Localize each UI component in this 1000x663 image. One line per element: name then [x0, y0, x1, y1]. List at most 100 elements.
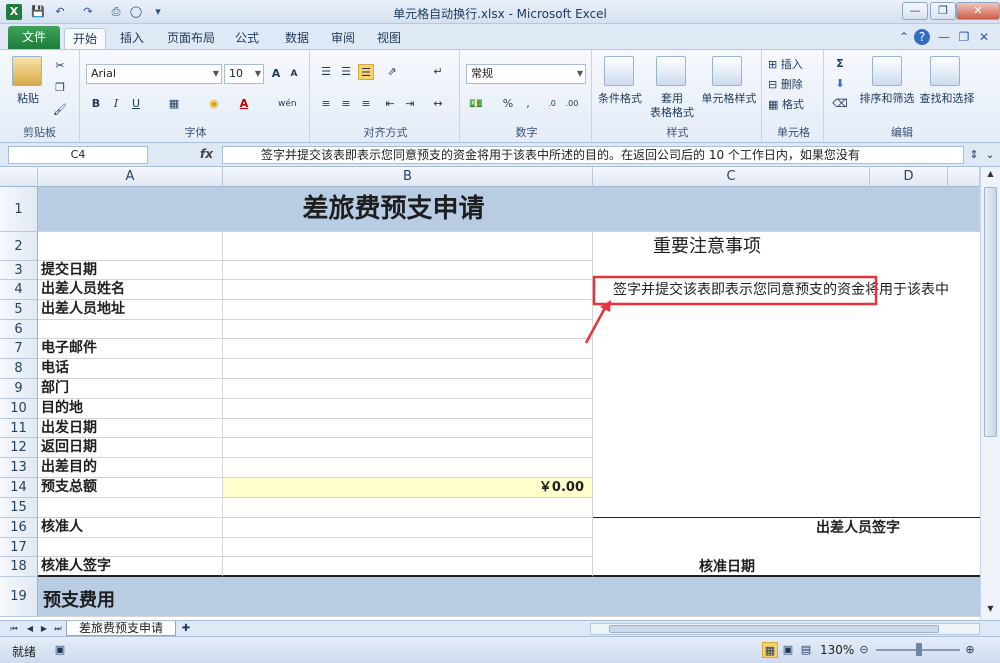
page-break-view-icon[interactable]: ▤	[798, 642, 814, 658]
row-header-4[interactable]: 4	[0, 280, 38, 300]
input-cell-b6[interactable]	[223, 320, 593, 339]
row-header-8[interactable]: 8	[0, 359, 38, 379]
column-header-b[interactable]: B	[223, 167, 593, 187]
autosum-icon[interactable]: Σ	[832, 56, 848, 72]
row-header-9[interactable]: 9	[0, 379, 38, 399]
vertical-scroll-thumb[interactable]	[984, 187, 997, 437]
minimize-ribbon-icon[interactable]: ⌃	[896, 29, 912, 45]
borders-icon[interactable]: ▦	[166, 96, 182, 112]
cell-b15[interactable]	[223, 498, 593, 518]
cell-b17[interactable]	[223, 538, 593, 557]
italic-icon[interactable]: I	[108, 96, 124, 112]
minimize-button[interactable]: —	[902, 2, 928, 20]
row-header-12[interactable]: 12	[0, 438, 38, 458]
cell-a15[interactable]	[38, 498, 223, 518]
align-center-icon[interactable]: ≡	[338, 96, 354, 112]
font-size-select[interactable]: 10 ▼	[224, 64, 264, 84]
label-cell-a18[interactable]: 核准人签字	[38, 557, 223, 577]
table-format-icon[interactable]	[656, 56, 686, 86]
format-cells-button[interactable]: ▦ 格式	[768, 96, 822, 112]
fill-icon[interactable]: ⬇	[832, 76, 848, 92]
tab-view[interactable]: 视图	[370, 28, 408, 50]
cell-c4[interactable]: 签字并提交该表即表示您同意预支的资金将用于该表中	[593, 280, 980, 300]
label-cell-a11[interactable]: 出发日期	[38, 419, 223, 438]
cut-icon[interactable]: ✂	[52, 58, 68, 74]
column-header-d[interactable]: D	[870, 167, 948, 187]
row-header-7[interactable]: 7	[0, 339, 38, 359]
phonetic-icon[interactable]: wén	[278, 96, 297, 112]
normal-view-icon[interactable]: ▦	[762, 642, 778, 658]
select-all-corner[interactable]	[0, 167, 38, 187]
formula-scroll-icon[interactable]: ⇕	[966, 147, 982, 163]
bold-icon[interactable]: B	[88, 96, 104, 112]
row-header-11[interactable]: 11	[0, 419, 38, 438]
new-sheet-icon[interactable]: ✚	[178, 621, 194, 637]
close-button[interactable]: ✕	[956, 2, 1000, 20]
align-top-icon[interactable]: ☰	[318, 64, 334, 80]
conditional-format-button[interactable]: 条件格式	[594, 90, 646, 106]
percent-icon[interactable]: %	[500, 96, 516, 112]
input-cell-b3[interactable]	[223, 261, 593, 280]
input-cell-b4[interactable]	[223, 280, 593, 300]
first-sheet-icon[interactable]: ⏮	[6, 621, 22, 637]
paste-button[interactable]: 粘贴	[8, 90, 48, 106]
input-cell-b11[interactable]	[223, 419, 593, 438]
shrink-font-icon[interactable]: A	[286, 66, 302, 82]
insert-cells-button[interactable]: ⊞ 插入	[768, 56, 822, 72]
row-header-5[interactable]: 5	[0, 300, 38, 320]
delete-cells-button[interactable]: ⊟ 删除	[768, 76, 822, 92]
input-cell-b9[interactable]	[223, 379, 593, 399]
row-header-2[interactable]: 2	[0, 232, 38, 261]
accounting-format-icon[interactable]: 💵	[468, 96, 484, 112]
comma-style-icon[interactable]: ,	[520, 96, 536, 112]
row-header-15[interactable]: 15	[0, 498, 38, 518]
input-cell-b8[interactable]	[223, 359, 593, 379]
title-cell[interactable]: 差旅费预支申请	[38, 187, 980, 232]
input-cell-b10[interactable]	[223, 399, 593, 419]
row-header-18[interactable]: 18	[0, 557, 38, 577]
label-cell-a14[interactable]: 预支总额	[38, 478, 223, 498]
scroll-down-icon[interactable]: ▼	[984, 604, 997, 618]
notes-title-cell[interactable]: 重要注意事项	[593, 232, 980, 261]
label-cell-a3[interactable]: 提交日期	[38, 261, 223, 280]
horizontal-scroll-thumb[interactable]	[609, 625, 939, 633]
page-layout-view-icon[interactable]: ▣	[780, 642, 796, 658]
row-header-3[interactable]: 3	[0, 261, 38, 280]
macro-record-icon[interactable]: ▣	[52, 642, 68, 658]
paste-icon[interactable]	[12, 56, 42, 86]
decrease-decimal-icon[interactable]: .00	[564, 96, 580, 112]
formula-input[interactable]: 签字并提交该表即表示您同意预支的资金将用于该表中所述的目的。在返回公司后的 10…	[222, 146, 964, 164]
column-header-a[interactable]: A	[38, 167, 223, 187]
grow-font-icon[interactable]: A	[268, 66, 284, 82]
row-header-19[interactable]: 19	[0, 577, 38, 617]
cell-a2[interactable]	[38, 232, 223, 261]
input-cell-b13[interactable]	[223, 458, 593, 478]
orientation-icon[interactable]: ⇗	[384, 64, 400, 80]
align-middle-icon[interactable]: ☰	[338, 64, 354, 80]
tab-formulas[interactable]: 公式	[228, 28, 266, 50]
zoom-in-icon[interactable]: ⊕	[962, 642, 978, 658]
insert-function-icon[interactable]: fx	[200, 147, 213, 161]
cell-a6[interactable]	[38, 320, 223, 339]
sort-filter-icon[interactable]	[872, 56, 902, 86]
row-header-1[interactable]: 1	[0, 187, 38, 232]
name-box[interactable]: C4	[8, 146, 148, 164]
row-header-14[interactable]: 14	[0, 478, 38, 498]
tab-page-layout[interactable]: 页面布局	[160, 28, 222, 50]
zoom-slider-thumb[interactable]	[916, 643, 922, 656]
align-right-icon[interactable]: ≡	[358, 96, 374, 112]
tab-file[interactable]: 文件	[8, 26, 60, 50]
align-bottom-icon[interactable]: ☰	[358, 64, 374, 80]
decrease-indent-icon[interactable]: ⇤	[382, 96, 398, 112]
input-cell-b7[interactable]	[223, 339, 593, 359]
column-header-c[interactable]: C	[593, 167, 870, 187]
number-format-select[interactable]: 常规 ▼	[466, 64, 586, 84]
workbook-minimize-icon[interactable]: —	[936, 29, 952, 45]
find-select-icon[interactable]	[930, 56, 960, 86]
row-header-16[interactable]: 16	[0, 518, 38, 538]
cell-a17[interactable]	[38, 538, 223, 557]
find-select-button[interactable]: 查找和选择	[916, 90, 978, 106]
table-format-button-line2[interactable]: 表格格式	[640, 104, 704, 120]
last-sheet-icon[interactable]: ⏭	[50, 621, 66, 637]
row-header-17[interactable]: 17	[0, 538, 38, 557]
